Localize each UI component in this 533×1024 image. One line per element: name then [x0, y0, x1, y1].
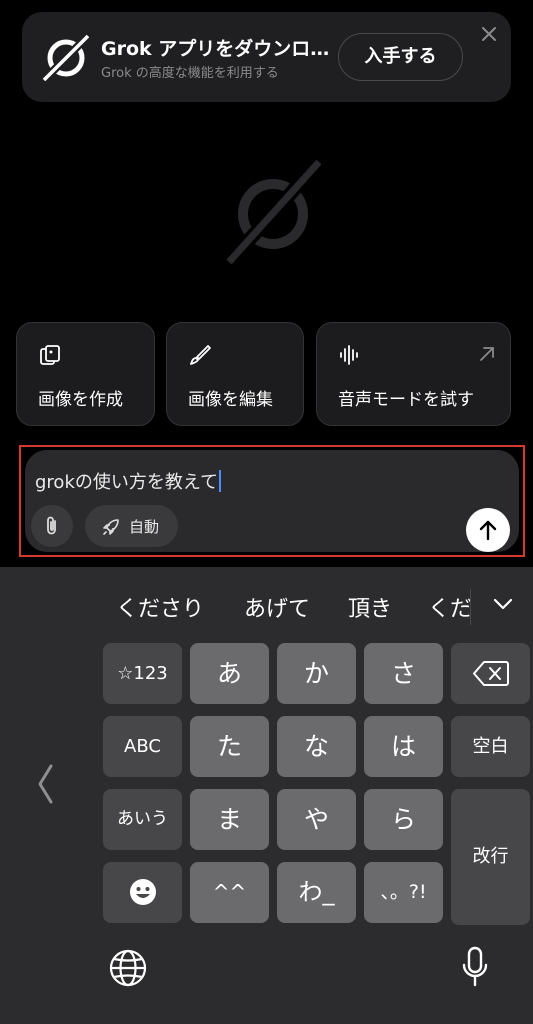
- app-download-banner: Grok アプリをダウンロ… Grok の高度な機能を利用する 入手する: [22, 12, 511, 102]
- key-ra[interactable]: ら: [364, 789, 443, 850]
- voice-mode-label: 音声モードを試す: [338, 390, 474, 410]
- key-symbols[interactable]: ☆123: [103, 643, 182, 704]
- key-kana[interactable]: あいう: [103, 789, 182, 850]
- japanese-keyboard: くださり あげて 頂き くだ ☆123 あ か さ ABC た な は 空白 あ…: [0, 567, 533, 1024]
- key-ya[interactable]: や: [277, 789, 356, 850]
- key-delete[interactable]: [451, 643, 530, 704]
- backspace-icon: [473, 661, 509, 686]
- brush-icon: [190, 345, 211, 365]
- rocket-icon: [103, 519, 119, 535]
- banner-title: Grok アプリをダウンロ…: [101, 38, 330, 60]
- image-create-icon: [40, 345, 60, 365]
- mode-label: 自動: [129, 518, 160, 536]
- message-input-text: grokの使い方を教えて: [35, 472, 218, 493]
- attach-button[interactable]: [31, 505, 73, 547]
- mode-selector-button[interactable]: 自動: [85, 505, 178, 547]
- globe-icon[interactable]: [108, 948, 148, 988]
- message-input[interactable]: grokの使い方を教えて: [35, 468, 221, 494]
- composer-highlight: grokの使い方を教えて 自動: [19, 445, 525, 557]
- key-dakuten[interactable]: ^^: [190, 862, 269, 923]
- edit-image-label: 画像を編集: [188, 390, 273, 410]
- banner-subtitle: Grok の高度な機能を利用する: [101, 66, 279, 81]
- suggestion-item[interactable]: あげて: [244, 591, 310, 623]
- paperclip-icon: [47, 516, 56, 535]
- edit-image-card[interactable]: 画像を編集: [166, 322, 304, 426]
- arrow-up-icon: [479, 520, 497, 541]
- get-app-button[interactable]: 入手する: [338, 33, 463, 81]
- waveform-icon: [340, 345, 358, 365]
- chevron-down-icon[interactable]: [491, 592, 515, 616]
- suggestion-item[interactable]: くだ: [428, 591, 470, 623]
- key-space[interactable]: 空白: [451, 716, 530, 777]
- suggestion-item[interactable]: くださり: [116, 591, 204, 623]
- send-button[interactable]: [466, 508, 510, 552]
- key-na[interactable]: な: [277, 716, 356, 777]
- key-ka[interactable]: か: [277, 643, 356, 704]
- grok-logo-icon: [225, 160, 321, 264]
- key-emoji[interactable]: [103, 862, 182, 923]
- key-ta[interactable]: た: [190, 716, 269, 777]
- key-ma[interactable]: ま: [190, 789, 269, 850]
- key-sa[interactable]: さ: [364, 643, 443, 704]
- grok-logo-icon: [42, 34, 90, 82]
- key-punctuation[interactable]: 、。?!: [364, 862, 443, 923]
- voice-mode-card[interactable]: 音声モードを試す: [316, 322, 511, 426]
- emoji-icon: [130, 879, 156, 905]
- close-icon[interactable]: [479, 24, 499, 44]
- arrow-up-right-icon: [480, 347, 494, 361]
- key-a[interactable]: あ: [190, 643, 269, 704]
- key-abc[interactable]: ABC: [103, 716, 182, 777]
- composer[interactable]: grokの使い方を教えて 自動: [25, 450, 519, 552]
- key-enter[interactable]: 改行: [451, 789, 530, 925]
- text-caret: [218, 470, 221, 492]
- create-image-label: 画像を作成: [38, 390, 123, 410]
- suggestion-item[interactable]: 頂き: [348, 591, 392, 623]
- key-ha[interactable]: は: [364, 716, 443, 777]
- chevron-left-icon[interactable]: [36, 763, 54, 805]
- microphone-icon[interactable]: [461, 946, 489, 988]
- create-image-card[interactable]: 画像を作成: [16, 322, 155, 426]
- key-wa[interactable]: わ_: [277, 862, 356, 923]
- suggestion-divider: [470, 589, 471, 625]
